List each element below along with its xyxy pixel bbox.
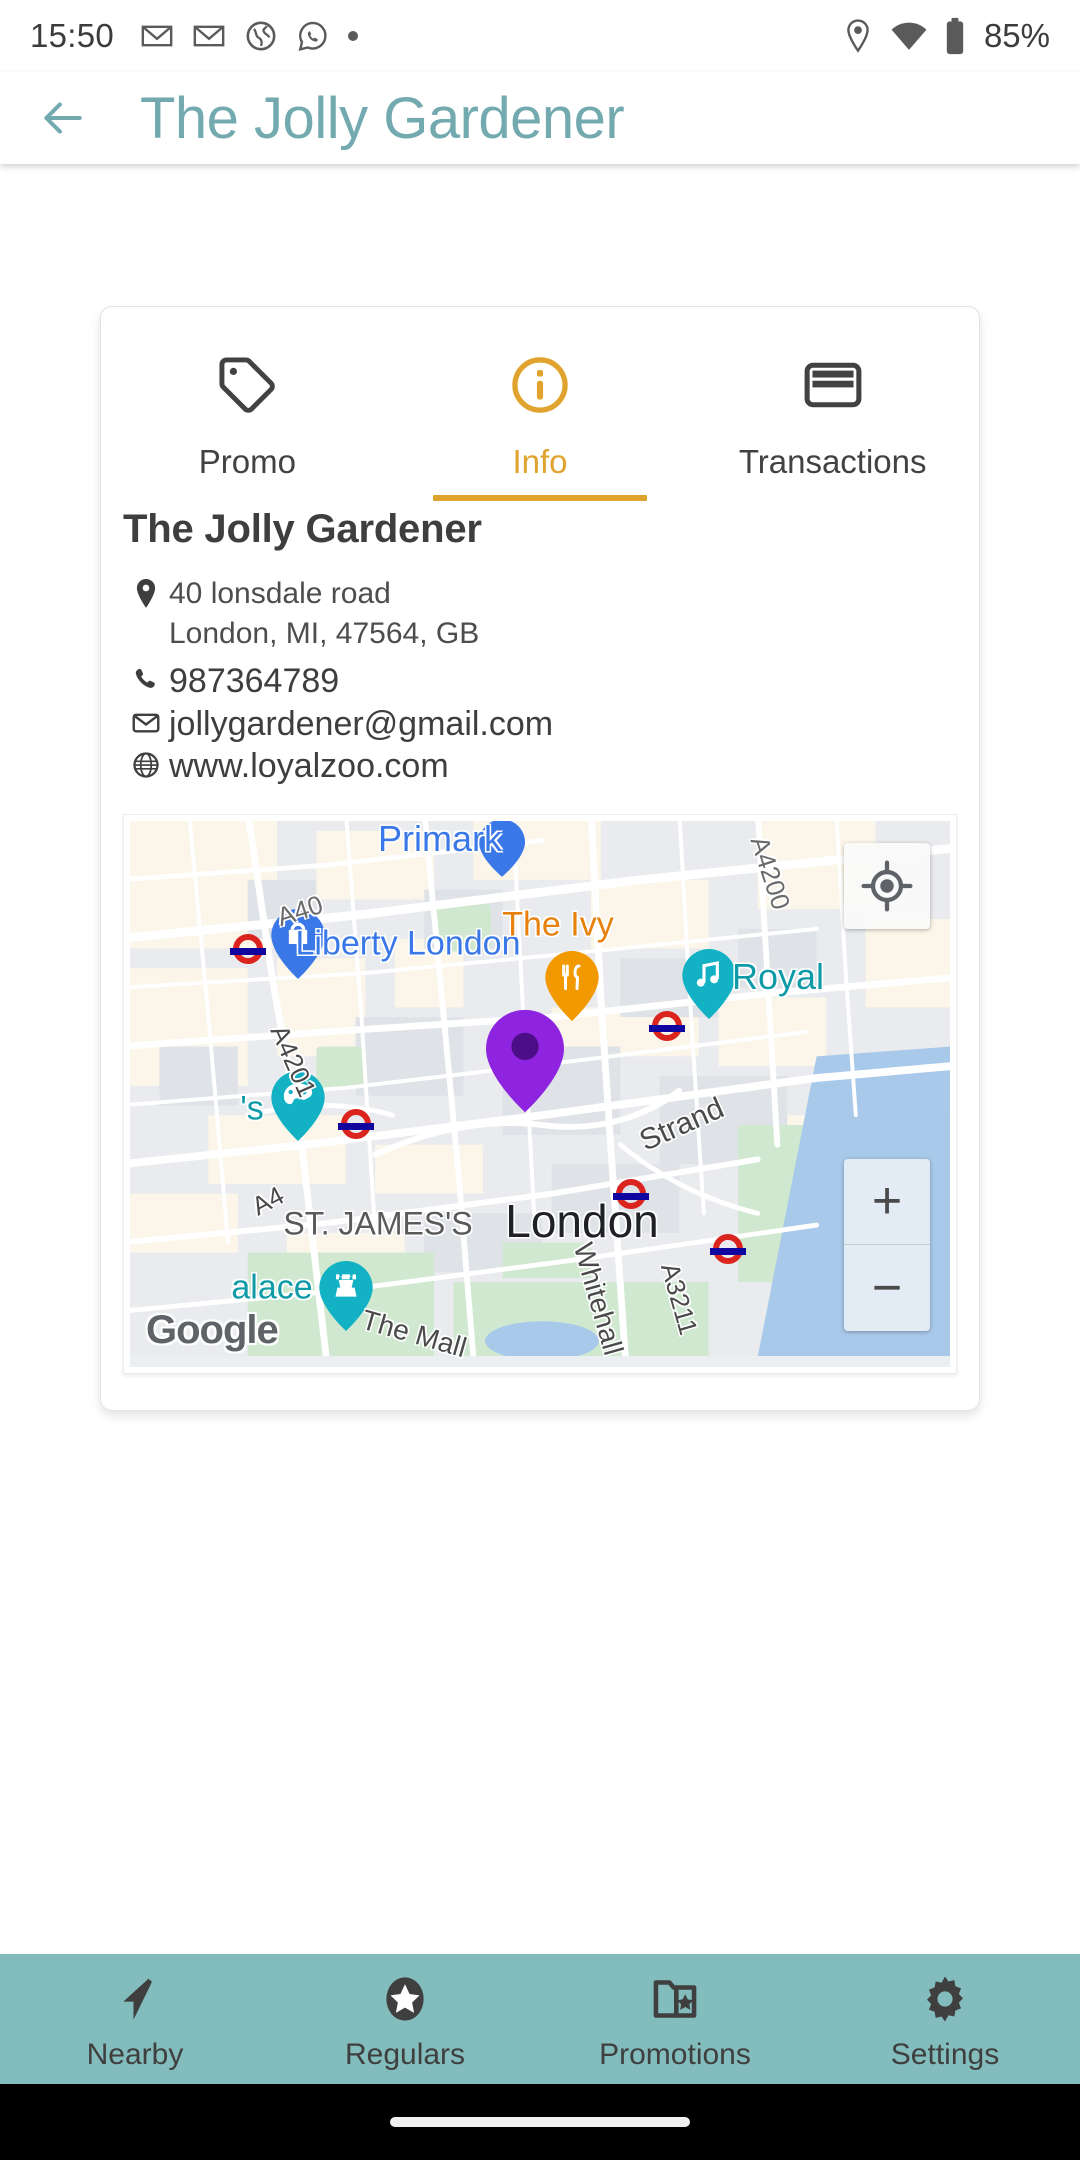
nav-item-nearby[interactable]: Nearby bbox=[0, 1954, 270, 2084]
music-pin bbox=[682, 948, 736, 1019]
status-bar: 15:50 85% bbox=[0, 0, 1080, 72]
gmail-icon bbox=[193, 25, 225, 47]
dot-indicator-icon bbox=[348, 31, 359, 41]
status-system-icons: 85% bbox=[842, 17, 1050, 55]
nav-item-promotions[interactable]: Promotions bbox=[540, 1954, 810, 2084]
map-marker-pin bbox=[479, 820, 525, 877]
phone-row[interactable]: 987364789 bbox=[123, 661, 957, 701]
tab-info-label: Info bbox=[512, 443, 568, 480]
navigation-arrow-icon bbox=[109, 1970, 161, 2028]
tab-transactions[interactable]: Transactions bbox=[686, 331, 979, 507]
address-line-2: London, MI, 47564, GB bbox=[169, 617, 480, 651]
nav-label-promotions: Promotions bbox=[599, 2038, 751, 2071]
tube-station-icon bbox=[613, 1178, 649, 1209]
status-time: 15:50 bbox=[30, 17, 115, 54]
folder-star-icon bbox=[649, 1970, 701, 2028]
page-title: The Jolly Gardener bbox=[140, 85, 625, 151]
tab-promo-label: Promo bbox=[198, 443, 296, 480]
tab-active-indicator bbox=[433, 495, 647, 501]
page-content: Promo Info Transactions The Jolly Garden… bbox=[0, 164, 1080, 1970]
gear-icon bbox=[919, 1970, 971, 2028]
app-bar: The Jolly Gardener bbox=[0, 72, 1080, 164]
battery-percentage: 85% bbox=[983, 17, 1050, 54]
status-notification-icons bbox=[140, 19, 359, 53]
nav-item-settings[interactable]: Settings bbox=[810, 1954, 1080, 2084]
globe-icon bbox=[123, 746, 169, 780]
back-button[interactable] bbox=[34, 89, 92, 147]
map-container: Primark Liberty London The Ivy Royal A40… bbox=[123, 813, 957, 1374]
email-row[interactable]: jollygardener@gmail.com bbox=[123, 704, 957, 744]
battery-icon bbox=[946, 17, 964, 55]
address-line-1: 40 lonsdale road bbox=[169, 577, 391, 610]
map-zoom-controls: + − bbox=[844, 1158, 930, 1331]
tag-icon bbox=[215, 353, 279, 417]
info-circle-icon bbox=[508, 353, 572, 417]
business-details: The Jolly Gardener 40 lonsdale road Lond… bbox=[101, 507, 979, 786]
business-info-card: Promo Info Transactions The Jolly Garden… bbox=[100, 306, 980, 1411]
whatsapp-icon bbox=[298, 21, 327, 51]
bottom-navigation-bar: Nearby Regulars Promotions Settings bbox=[0, 1954, 1080, 2084]
location-icon bbox=[847, 19, 869, 53]
email-address: jollygardener@gmail.com bbox=[169, 704, 554, 743]
business-name: The Jolly Gardener bbox=[123, 507, 482, 551]
star-circle-icon bbox=[379, 1970, 431, 2028]
wifi-icon bbox=[891, 22, 927, 50]
tube-station-icon bbox=[649, 1010, 685, 1041]
my-location-button[interactable] bbox=[844, 842, 930, 929]
website-row[interactable]: www.loyalzoo.com bbox=[123, 746, 957, 786]
tube-station-icon bbox=[710, 1233, 746, 1264]
gesture-handle[interactable] bbox=[390, 2117, 690, 2127]
tab-info[interactable]: Info bbox=[394, 331, 687, 507]
gmail-icon bbox=[141, 25, 173, 47]
google-logo: Google bbox=[146, 1307, 279, 1352]
tube-station-icon bbox=[230, 933, 266, 964]
tab-bar: Promo Info Transactions bbox=[101, 307, 979, 507]
globe-icon bbox=[246, 21, 276, 51]
map-pin-icon bbox=[123, 574, 169, 610]
phone-icon bbox=[123, 661, 169, 695]
tab-transactions-label: Transactions bbox=[738, 443, 927, 480]
tube-station-icon bbox=[338, 1108, 374, 1139]
nav-label-settings: Settings bbox=[890, 2038, 1000, 2071]
zoom-in-button[interactable]: + bbox=[844, 1159, 930, 1245]
website-url: www.loyalzoo.com bbox=[169, 746, 449, 785]
nav-label-regulars: Regulars bbox=[344, 2038, 466, 2071]
nav-label-nearby: Nearby bbox=[86, 2038, 184, 2071]
credit-card-icon bbox=[801, 353, 865, 417]
nav-item-regulars[interactable]: Regulars bbox=[270, 1954, 540, 2084]
crosshair-icon bbox=[861, 860, 913, 912]
arts-pin bbox=[271, 1070, 325, 1141]
phone-number: 987364789 bbox=[169, 662, 340, 701]
shopping-pin bbox=[271, 908, 325, 979]
zoom-out-button[interactable]: − bbox=[844, 1245, 930, 1331]
system-navigation-bar bbox=[0, 2084, 1080, 2160]
address-row: 40 lonsdale road bbox=[123, 574, 957, 611]
business-location-pin bbox=[486, 1009, 564, 1112]
castle-pin bbox=[319, 1260, 373, 1331]
envelope-icon bbox=[123, 704, 169, 738]
tab-promo[interactable]: Promo bbox=[101, 331, 394, 507]
google-map[interactable]: Primark Liberty London The Ivy Royal A40… bbox=[130, 820, 950, 1367]
arrow-left-icon bbox=[44, 102, 82, 134]
